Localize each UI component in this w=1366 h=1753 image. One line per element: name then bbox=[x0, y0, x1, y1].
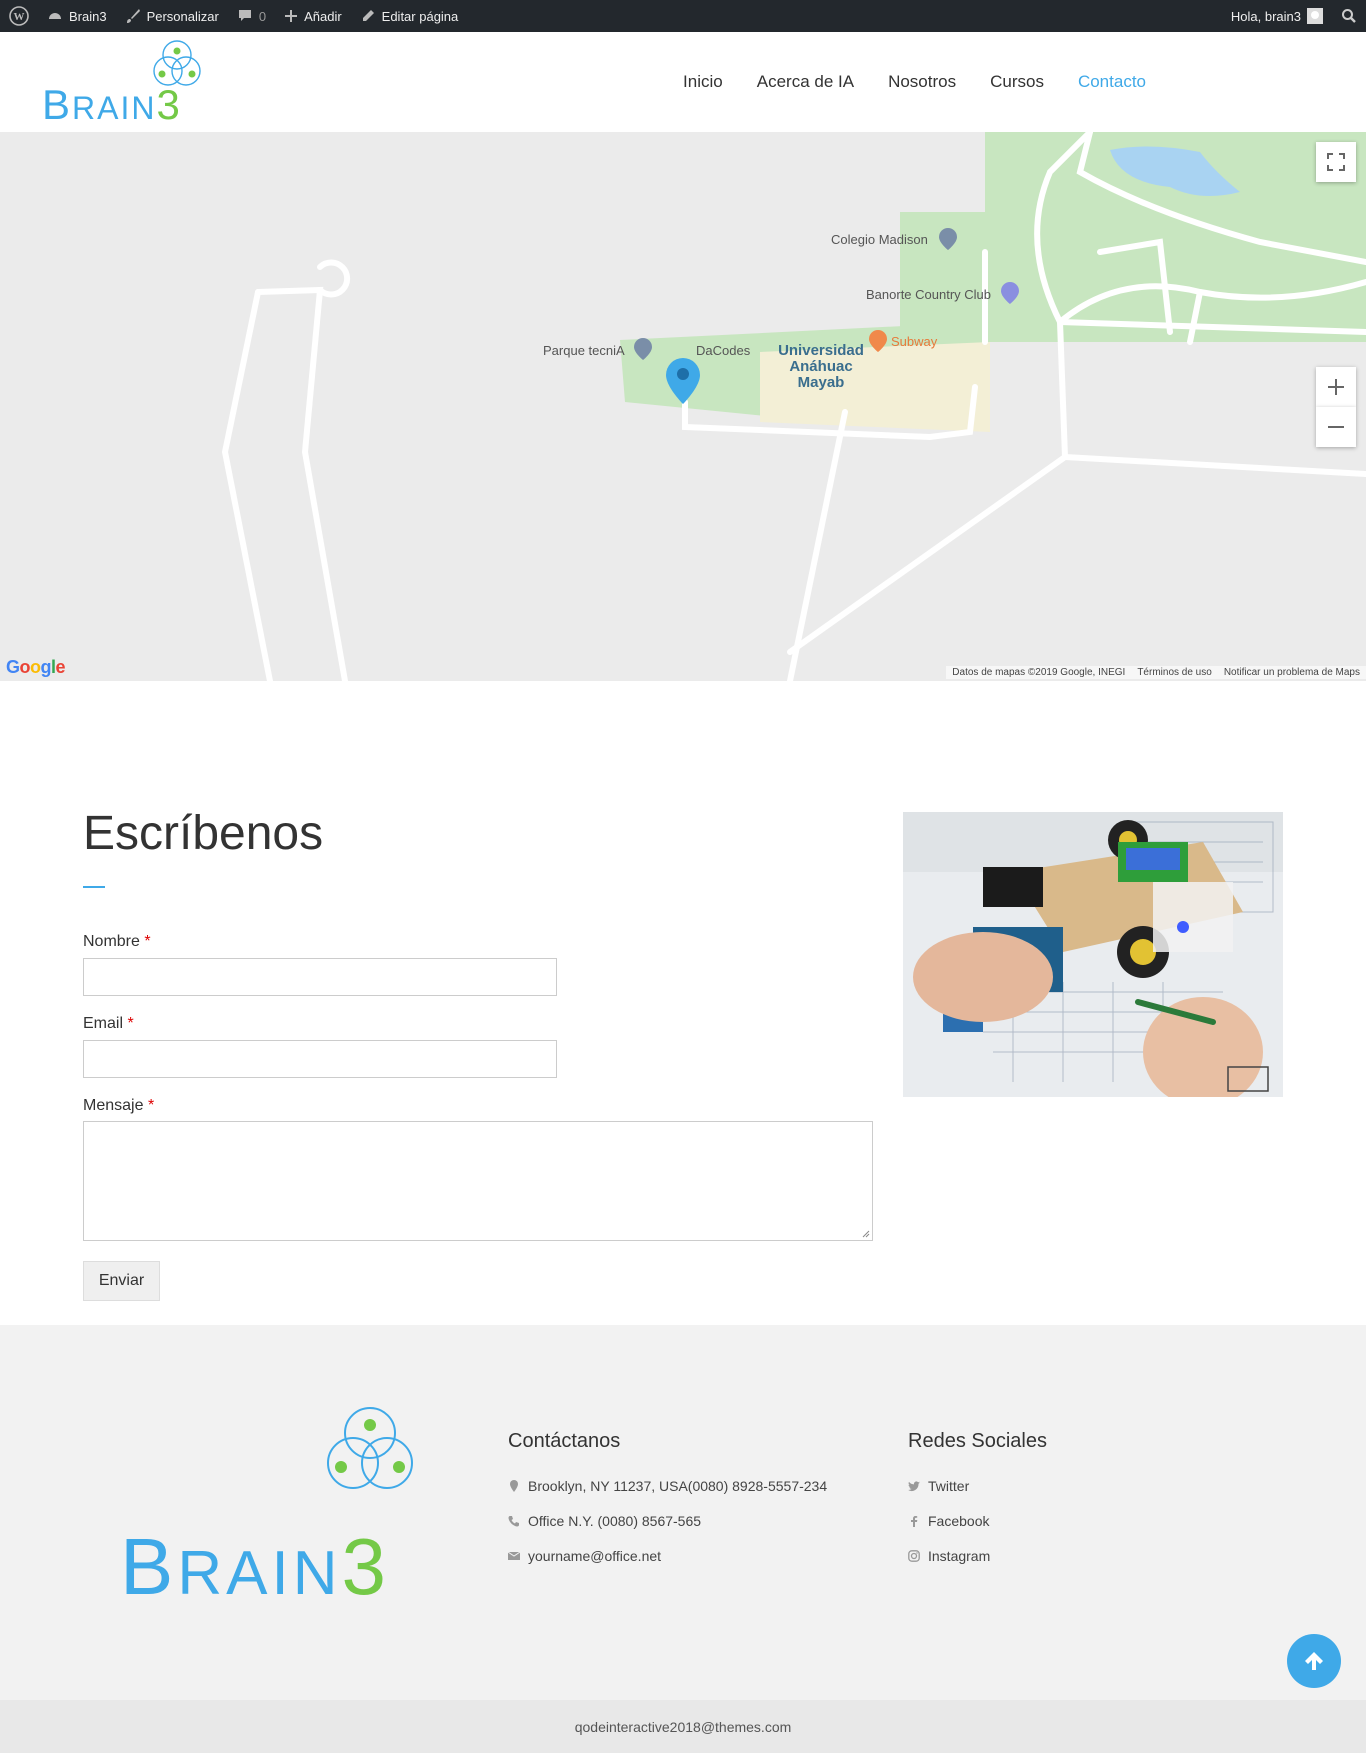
map-fullscreen-button[interactable] bbox=[1316, 142, 1356, 182]
comment-icon bbox=[238, 10, 251, 21]
site-footer: BRAIN3 Contáctanos Brooklyn, NY 11237, U… bbox=[0, 1325, 1366, 1700]
site-logo[interactable]: BRAIN3 bbox=[42, 36, 212, 128]
admin-customize-label: Personalizar bbox=[146, 8, 219, 24]
nav-item-inicio[interactable]: Inicio bbox=[683, 72, 723, 92]
arrow-up-icon bbox=[1305, 1652, 1323, 1670]
nav-item-cursos[interactable]: Cursos bbox=[990, 72, 1044, 92]
map-zoom-in-button[interactable] bbox=[1316, 367, 1356, 407]
footer-social-title: Redes Sociales bbox=[908, 1430, 1047, 1452]
map-label-subway: Subway bbox=[891, 334, 938, 349]
facebook-icon bbox=[911, 1516, 918, 1527]
title-underline bbox=[83, 886, 105, 888]
admin-search-button[interactable] bbox=[1332, 0, 1366, 32]
back-to-top-button[interactable] bbox=[1287, 1634, 1341, 1688]
twitter-icon bbox=[908, 1481, 920, 1491]
envelope-icon bbox=[508, 1551, 520, 1560]
site-header: BRAIN3 Inicio Acerca de IA Nosotros Curs… bbox=[0, 32, 1366, 132]
map-label-universidad: Universidad Anáhuac Mayab bbox=[778, 342, 864, 391]
svg-text:W: W bbox=[14, 11, 25, 23]
google-logo[interactable]: Google bbox=[6, 657, 66, 678]
place-pin-icon bbox=[634, 338, 652, 360]
main-nav: Inicio Acerca de IA Nosotros Cursos Cont… bbox=[683, 32, 1146, 132]
admin-comments-count: 0 bbox=[258, 8, 267, 24]
club-pin-icon bbox=[1001, 282, 1019, 304]
name-field[interactable] bbox=[83, 958, 557, 996]
map-label-dacodes: DaCodes bbox=[696, 343, 751, 358]
admin-edit-label: Editar página bbox=[381, 8, 459, 24]
footer-instagram-link[interactable]: Instagram bbox=[908, 1548, 990, 1564]
logo-circles-icon bbox=[327, 1407, 413, 1489]
footer-address: Brooklyn, NY 11237, USA(0080) 8928-5557-… bbox=[508, 1478, 827, 1494]
minus-icon bbox=[1328, 426, 1344, 428]
dashboard-icon bbox=[49, 13, 61, 19]
map-terms-link[interactable]: Términos de uso bbox=[1137, 667, 1211, 678]
message-label: Mensaje * bbox=[83, 1097, 155, 1114]
pencil-icon bbox=[362, 10, 374, 21]
map-marker-icon bbox=[510, 1480, 518, 1492]
resize-handle-icon[interactable] bbox=[860, 1228, 870, 1238]
footer-bottom-bar: qodeinteractive2018@themes.com bbox=[0, 1700, 1366, 1753]
footer-phone: Office N.Y. (0080) 8567-565 bbox=[508, 1513, 701, 1529]
map-zoom-out-button[interactable] bbox=[1316, 407, 1356, 447]
nav-item-nosotros[interactable]: Nosotros bbox=[888, 72, 956, 92]
admin-edit-link[interactable]: Editar página bbox=[351, 0, 468, 32]
footer-logo-wordmark: BRAIN3 bbox=[120, 1522, 390, 1611]
footer-email[interactable]: yourname@office.net bbox=[508, 1548, 661, 1564]
message-field[interactable] bbox=[83, 1121, 873, 1241]
map-footer: Datos de mapas ©2019 Google, INEGI Térmi… bbox=[946, 666, 1366, 679]
admin-comments-link[interactable]: 0 bbox=[228, 0, 275, 32]
map-label-banorte: Banorte Country Club bbox=[866, 287, 992, 302]
email-field[interactable] bbox=[83, 1040, 557, 1078]
contact-title: Escríbenos bbox=[83, 807, 324, 860]
map-data-credit: Datos de mapas ©2019 Google, INEGI bbox=[952, 667, 1126, 678]
fullscreen-icon bbox=[1327, 153, 1345, 171]
plus-icon bbox=[1328, 379, 1344, 395]
map-label-colegio: Colegio Madison bbox=[831, 232, 928, 247]
footer-facebook-link[interactable]: Facebook bbox=[908, 1513, 989, 1529]
nav-item-acerca-de-ia[interactable]: Acerca de IA bbox=[757, 72, 854, 92]
footer-contact-title: Contáctanos bbox=[508, 1430, 621, 1452]
school-pin-icon bbox=[939, 228, 957, 250]
map-report-link[interactable]: Notificar un problema de Maps bbox=[1224, 667, 1360, 678]
logo-wordmark: BRAIN3 bbox=[42, 81, 182, 128]
name-label: Nombre * bbox=[83, 933, 151, 950]
avatar bbox=[1307, 8, 1323, 24]
google-map[interactable]: Colegio Madison Banorte Country Club Par… bbox=[0, 132, 1366, 681]
wordpress-logo-icon[interactable]: W bbox=[0, 0, 38, 32]
footer-bottom-email[interactable]: qodeinteractive2018@themes.com bbox=[575, 1719, 792, 1735]
nav-item-contacto[interactable]: Contacto bbox=[1078, 72, 1146, 92]
brush-icon bbox=[126, 9, 140, 23]
email-label: Email * bbox=[83, 1015, 134, 1032]
plus-icon bbox=[285, 10, 298, 22]
admin-account-link[interactable]: Hola, brain3 bbox=[1222, 0, 1332, 32]
admin-customize-link[interactable]: Personalizar bbox=[116, 0, 228, 32]
robotics-photo bbox=[903, 812, 1283, 1097]
map-label-parque: Parque tecniA bbox=[543, 343, 625, 358]
admin-add-label: Añadir bbox=[304, 8, 342, 24]
admin-site-label: Brain3 bbox=[69, 8, 107, 24]
instagram-icon bbox=[908, 1550, 920, 1562]
admin-site-link[interactable]: Brain3 bbox=[38, 0, 116, 32]
search-icon bbox=[1342, 9, 1356, 23]
footer-logo[interactable]: BRAIN3 bbox=[120, 1407, 430, 1611]
footer-twitter-link[interactable]: Twitter bbox=[908, 1478, 969, 1494]
admin-add-link[interactable]: Añadir bbox=[275, 0, 351, 32]
admin-greeting: Hola, brain3 bbox=[1230, 8, 1301, 24]
location-marker-icon[interactable] bbox=[666, 358, 700, 404]
submit-button[interactable]: Enviar bbox=[83, 1261, 160, 1301]
map-canvas[interactable] bbox=[0, 132, 1366, 681]
phone-icon bbox=[508, 1516, 519, 1527]
admin-bar: W Brain3 Personalizar 0 Añadir Editar pá… bbox=[0, 0, 1366, 32]
